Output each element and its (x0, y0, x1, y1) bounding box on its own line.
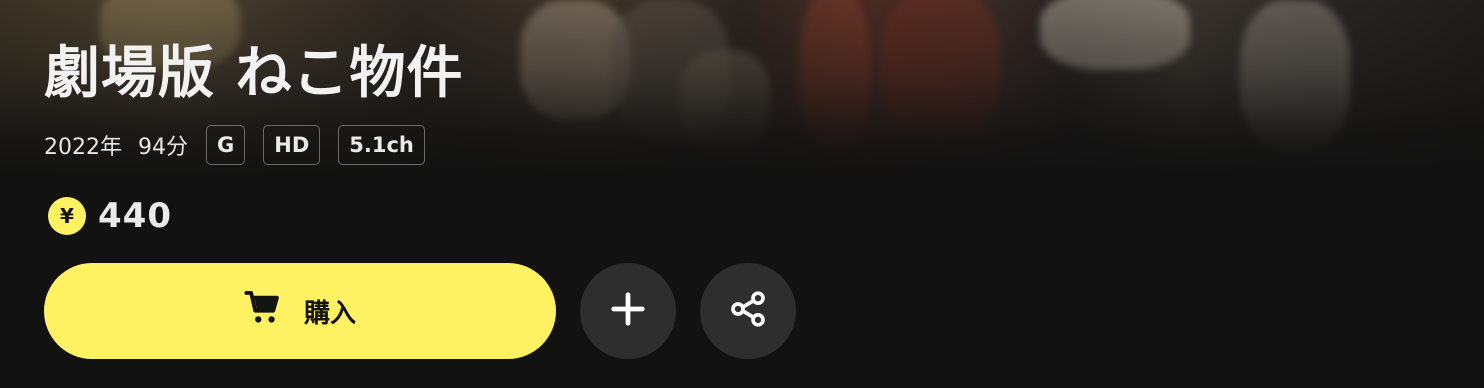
page-title: 劇場版 ねこ物件 (44, 41, 464, 106)
price-row: ¥ 440 (48, 196, 172, 236)
plus-icon (609, 290, 647, 332)
release-year: 2022年 (44, 135, 122, 160)
add-to-list-button[interactable] (580, 263, 676, 359)
buy-button-label: 購入 (303, 298, 356, 329)
rating-badge: G (206, 125, 246, 165)
cart-icon (244, 289, 282, 334)
duration: 94分 (138, 135, 188, 160)
price-value: 440 (98, 196, 172, 236)
share-icon (728, 289, 768, 333)
audio-badge: 5.1ch (338, 125, 425, 165)
meta-row: 2022年 94分 G HD 5.1ch (44, 124, 425, 166)
yen-coin-icon: ¥ (48, 197, 86, 235)
quality-badge: HD (263, 125, 321, 165)
buy-button[interactable]: 購入 (44, 263, 556, 359)
share-button[interactable] (700, 263, 796, 359)
